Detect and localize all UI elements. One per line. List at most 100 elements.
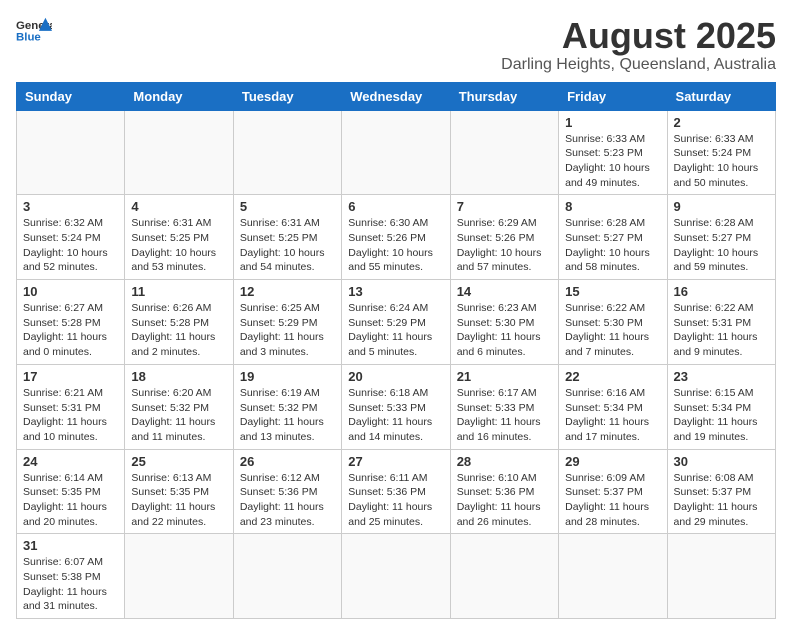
calendar-day-cell: 18Sunrise: 6:20 AM Sunset: 5:32 PM Dayli… [125,364,233,449]
day-number: 12 [240,284,335,299]
svg-text:Blue: Blue [16,32,41,44]
day-number: 16 [674,284,769,299]
calendar-day-cell: 11 Sunrise: 6:26 AM Sunset: 5:28 PM Dayli… [125,280,233,365]
calendar-day-cell [667,534,775,619]
calendar-day-cell [342,534,450,619]
day-number: 14 [457,284,552,299]
day-number: 13 [348,284,443,299]
calendar-day-cell: 8 Sunrise: 6:28 AM Sunset: 5:27 PM Daylig… [559,195,667,280]
day-info: Sunrise: 6:31 AM Sunset: 5:25 PM Dayligh… [240,216,335,275]
calendar-day-cell: 17 Sunrise: 6:21 AM Sunset: 5:31 PM Dayli… [17,364,125,449]
calendar-day-cell: 28 Sunrise: 6:10 AM Sunset: 5:36 PM Dayli… [450,449,558,534]
day-number: 20 [348,369,443,384]
day-info: Sunrise: 6:08 AM Sunset: 5:37 PM Dayligh… [674,471,769,530]
day-info: Sunrise: 6:09 AM Sunset: 5:37 PM Dayligh… [565,471,660,530]
day-number: 30 [674,454,769,469]
day-number: 28 [457,454,552,469]
calendar-day-cell: 29 Sunrise: 6:09 AM Sunset: 5:37 PM Dayli… [559,449,667,534]
calendar-day-cell: 30 Sunrise: 6:08 AM Sunset: 5:37 PM Dayli… [667,449,775,534]
day-info: Sunrise: 6:14 AM Sunset: 5:35 PM Dayligh… [23,471,118,530]
weekday-header-sunday: Sunday [17,82,125,110]
day-info: Sunrise: 6:10 AM Sunset: 5:36 PM Dayligh… [457,471,552,530]
day-info: Sunrise: 6:22 AM Sunset: 5:30 PM Dayligh… [565,301,660,360]
day-info: Sunrise: 6:30 AM Sunset: 5:26 PM Dayligh… [348,216,443,275]
day-number: 26 [240,454,335,469]
calendar-day-cell [233,534,341,619]
day-info: Sunrise: 6:26 AM Sunset: 5:28 PM Dayligh… [131,301,226,360]
calendar-day-cell: 31 Sunrise: 6:07 AM Sunset: 5:38 PM Dayli… [17,534,125,619]
day-number: 25 [131,454,226,469]
day-number: 22 [565,369,660,384]
calendar-day-cell: 16 Sunrise: 6:22 AM Sunset: 5:31 PM Dayli… [667,280,775,365]
day-info: Sunrise: 6:23 AM Sunset: 5:30 PM Dayligh… [457,301,552,360]
weekday-header-wednesday: Wednesday [342,82,450,110]
calendar-day-cell [450,110,558,195]
calendar-day-cell [233,110,341,195]
day-info: Sunrise: 6:19 AM Sunset: 5:32 PM Dayligh… [240,386,335,445]
calendar-day-cell [559,534,667,619]
calendar-day-cell: 20 Sunrise: 6:18 AM Sunset: 5:33 PM Dayli… [342,364,450,449]
day-number: 18 [131,369,226,384]
calendar-day-cell: 22 Sunrise: 6:16 AM Sunset: 5:34 PM Dayli… [559,364,667,449]
day-number: 9 [674,199,769,214]
day-number: 15 [565,284,660,299]
calendar-day-cell: 12 Sunrise: 6:25 AM Sunset: 5:29 PM Dayli… [233,280,341,365]
calendar-day-cell: 26 Sunrise: 6:12 AM Sunset: 5:36 PM Dayli… [233,449,341,534]
day-info: Sunrise: 6:07 AM Sunset: 5:38 PM Dayligh… [23,555,118,614]
calendar-day-cell: 2 Sunrise: 6:33 AM Sunset: 5:24 PM Daylig… [667,110,775,195]
calendar-week-row: 17 Sunrise: 6:21 AM Sunset: 5:31 PM Dayli… [17,364,776,449]
day-info: Sunrise: 6:28 AM Sunset: 5:27 PM Dayligh… [565,216,660,275]
calendar-day-cell [125,534,233,619]
weekday-header-friday: Friday [559,82,667,110]
calendar-day-cell: 7 Sunrise: 6:29 AM Sunset: 5:26 PM Daylig… [450,195,558,280]
day-info: Sunrise: 6:24 AM Sunset: 5:29 PM Dayligh… [348,301,443,360]
day-number: 8 [565,199,660,214]
day-number: 27 [348,454,443,469]
day-info: Sunrise: 6:16 AM Sunset: 5:34 PM Dayligh… [565,386,660,445]
calendar-day-cell [450,534,558,619]
day-info: Sunrise: 6:25 AM Sunset: 5:29 PM Dayligh… [240,301,335,360]
calendar-day-cell: 13 Sunrise: 6:24 AM Sunset: 5:29 PM Dayli… [342,280,450,365]
day-number: 2 [674,115,769,130]
calendar-day-cell: 23 Sunrise: 6:15 AM Sunset: 5:34 PM Dayli… [667,364,775,449]
day-info: Sunrise: 6:15 AM Sunset: 5:34 PM Dayligh… [674,386,769,445]
weekday-header-monday: Monday [125,82,233,110]
calendar-week-row: 1Sunrise: 6:33 AM Sunset: 5:23 PM Daylig… [17,110,776,195]
weekday-header-row: SundayMondayTuesdayWednesdayThursdayFrid… [17,82,776,110]
calendar-week-row: 10Sunrise: 6:27 AM Sunset: 5:28 PM Dayli… [17,280,776,365]
day-info: Sunrise: 6:21 AM Sunset: 5:31 PM Dayligh… [23,386,118,445]
calendar-day-cell [17,110,125,195]
calendar-week-row: 24 Sunrise: 6:14 AM Sunset: 5:35 PM Dayli… [17,449,776,534]
weekday-header-saturday: Saturday [667,82,775,110]
day-info: Sunrise: 6:31 AM Sunset: 5:25 PM Dayligh… [131,216,226,275]
calendar-title: August 2025 [501,16,776,56]
calendar-week-row: 31 Sunrise: 6:07 AM Sunset: 5:38 PM Dayli… [17,534,776,619]
calendar-day-cell: 4 Sunrise: 6:31 AM Sunset: 5:25 PM Daylig… [125,195,233,280]
day-number: 6 [348,199,443,214]
day-info: Sunrise: 6:33 AM Sunset: 5:24 PM Dayligh… [674,132,769,191]
calendar-day-cell: 21Sunrise: 6:17 AM Sunset: 5:33 PM Dayli… [450,364,558,449]
day-number: 1 [565,115,660,130]
day-number: 31 [23,538,118,553]
day-number: 4 [131,199,226,214]
day-number: 7 [457,199,552,214]
day-info: Sunrise: 6:12 AM Sunset: 5:36 PM Dayligh… [240,471,335,530]
day-number: 17 [23,369,118,384]
day-number: 23 [674,369,769,384]
logo: General Blue [16,16,52,44]
calendar-day-cell: 3Sunrise: 6:32 AM Sunset: 5:24 PM Daylig… [17,195,125,280]
day-info: Sunrise: 6:18 AM Sunset: 5:33 PM Dayligh… [348,386,443,445]
generalblue-logo-icon: General Blue [16,16,52,44]
calendar-day-cell: 27Sunrise: 6:11 AM Sunset: 5:36 PM Dayli… [342,449,450,534]
day-number: 24 [23,454,118,469]
day-info: Sunrise: 6:32 AM Sunset: 5:24 PM Dayligh… [23,216,118,275]
day-number: 21 [457,369,552,384]
calendar-week-row: 3Sunrise: 6:32 AM Sunset: 5:24 PM Daylig… [17,195,776,280]
calendar-day-cell: 10Sunrise: 6:27 AM Sunset: 5:28 PM Dayli… [17,280,125,365]
day-info: Sunrise: 6:22 AM Sunset: 5:31 PM Dayligh… [674,301,769,360]
day-info: Sunrise: 6:29 AM Sunset: 5:26 PM Dayligh… [457,216,552,275]
calendar-subtitle: Darling Heights, Queensland, Australia [501,56,776,74]
day-number: 11 [131,284,226,299]
day-number: 29 [565,454,660,469]
calendar-day-cell: 5Sunrise: 6:31 AM Sunset: 5:25 PM Daylig… [233,195,341,280]
